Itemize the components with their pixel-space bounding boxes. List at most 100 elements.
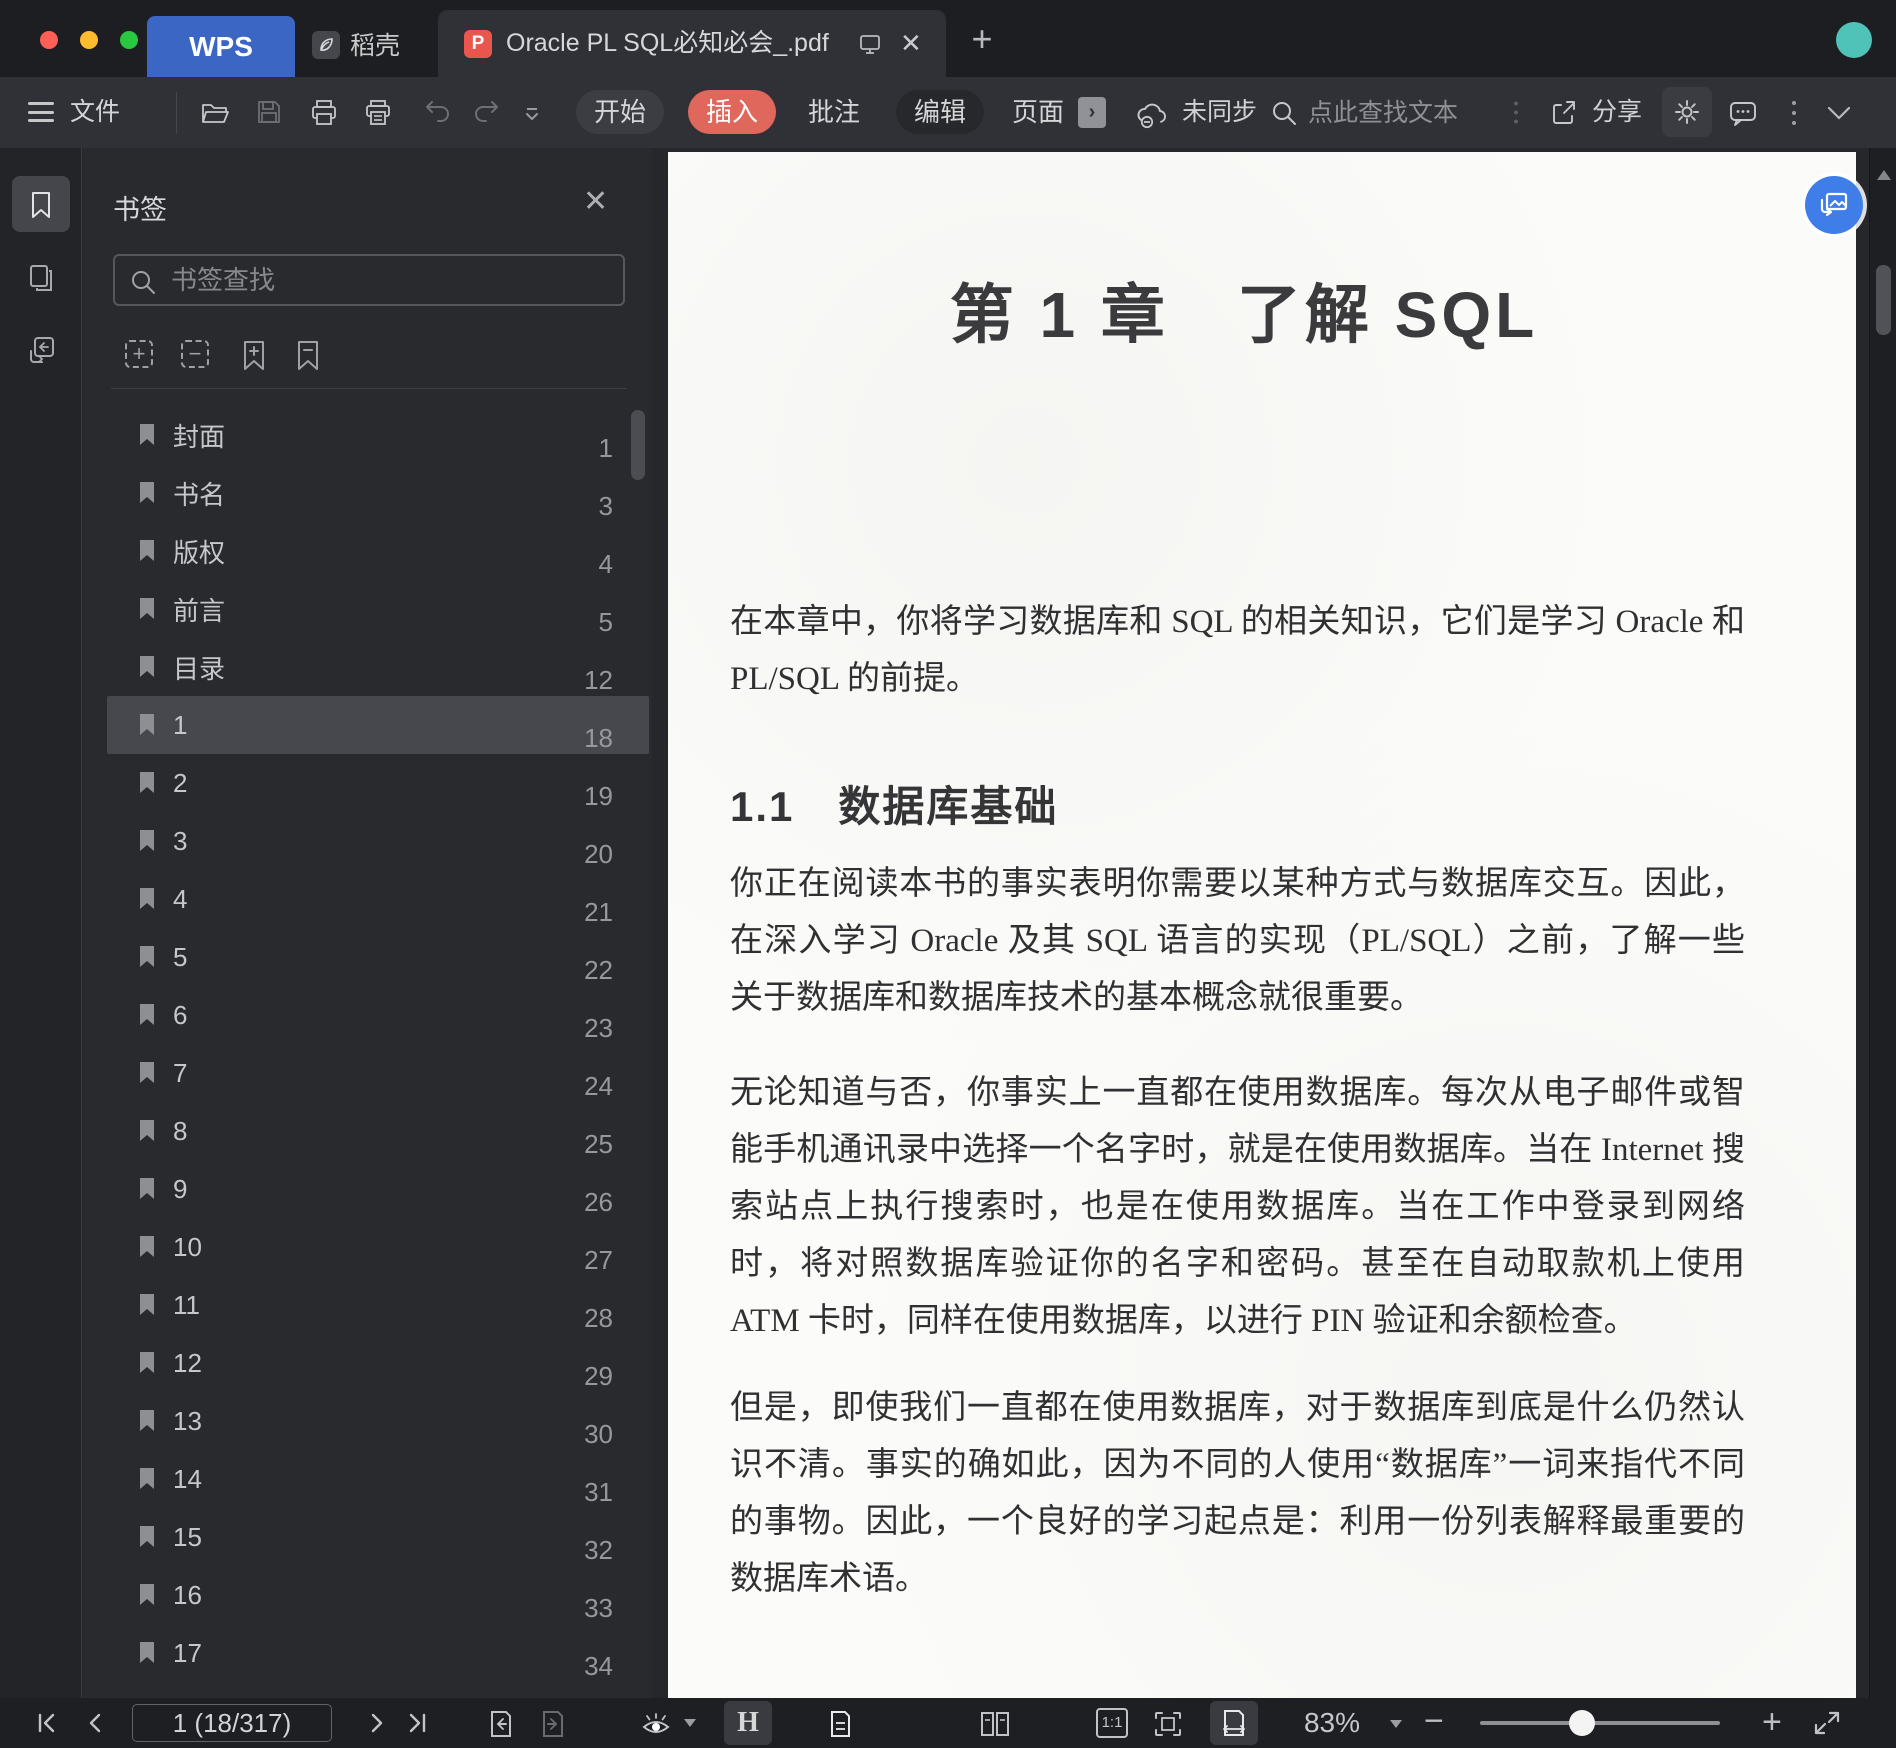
screen-cast-icon[interactable] <box>858 32 882 56</box>
delete-bookmark-icon[interactable] <box>295 340 321 372</box>
export-image-float-button[interactable] <box>1805 176 1863 234</box>
mode-tab-home[interactable]: 开始 <box>576 90 664 134</box>
bookmark-item[interactable]: 12 29 <box>107 1334 649 1392</box>
fullscreen-icon[interactable] <box>1812 1709 1842 1737</box>
bookmark-item[interactable]: 8 25 <box>107 1102 649 1160</box>
comment-icon[interactable] <box>1728 99 1758 127</box>
actual-size-button[interactable]: 1:1 <box>1096 1708 1128 1738</box>
cloud-sync-icon[interactable] <box>1134 99 1170 129</box>
bookmark-item[interactable]: 9 26 <box>107 1160 649 1218</box>
search-icon[interactable] <box>1270 99 1298 127</box>
undo-icon[interactable] <box>424 99 452 125</box>
first-page-button[interactable] <box>34 1709 60 1737</box>
panel-scrollbar-thumb[interactable] <box>631 410 645 480</box>
next-page-button[interactable] <box>366 1709 388 1737</box>
find-text-input[interactable] <box>1308 95 1488 131</box>
mode-tab-insert[interactable]: 插入 <box>688 90 776 134</box>
collapse-toolbar-icon[interactable] <box>1826 105 1852 121</box>
mode-tab-page[interactable]: 页面 <box>1008 90 1068 134</box>
document-scrollbar-thumb[interactable] <box>1876 265 1891 335</box>
bookmark-item[interactable]: 4 21 <box>107 870 649 928</box>
minimize-window-button[interactable] <box>80 31 98 49</box>
bookmark-page-number: 24 <box>584 1070 613 1101</box>
mode-tab-annotate[interactable]: 批注 <box>798 90 870 134</box>
page-indicator[interactable]: 1 (18/317) <box>132 1704 332 1742</box>
document-scrollbar[interactable] <box>1869 148 1896 1698</box>
open-file-icon[interactable] <box>200 99 230 127</box>
zoom-out-button[interactable]: − <box>1424 1698 1444 1744</box>
next-view-button[interactable] <box>540 1709 566 1739</box>
zoom-window-button[interactable] <box>120 31 138 49</box>
bookmark-item[interactable]: 16 33 <box>107 1566 649 1624</box>
thumbnails-panel-icon[interactable] <box>27 263 55 293</box>
close-window-button[interactable] <box>40 31 58 49</box>
collapse-all-icon[interactable]: − <box>181 340 209 368</box>
bookmark-item[interactable]: 6 23 <box>107 986 649 1044</box>
bookmark-item[interactable]: 17 34 <box>107 1624 649 1682</box>
fit-page-button[interactable] <box>1152 1709 1184 1739</box>
two-page-view-icon[interactable] <box>978 1709 1012 1739</box>
zoom-slider-track[interactable] <box>1480 1721 1720 1725</box>
bookmark-item[interactable]: 11 28 <box>107 1276 649 1334</box>
bookmark-item[interactable]: 版权 4 <box>107 522 649 580</box>
bookmark-item[interactable]: 目录 12 <box>107 638 649 696</box>
zoom-level-value[interactable]: 83% <box>1292 1698 1372 1748</box>
last-page-button[interactable] <box>404 1709 430 1737</box>
more-options-icon[interactable] <box>1792 98 1796 126</box>
tab-pdf-document[interactable]: P Oracle PL SQL必知必会_.pdf ✕ <box>438 10 946 77</box>
print-icon[interactable] <box>310 99 338 127</box>
bookmark-item[interactable]: 1 18 <box>107 696 649 754</box>
user-avatar[interactable] <box>1836 22 1872 58</box>
bookmark-item[interactable]: 前言 5 <box>107 580 649 638</box>
zoom-dropdown-caret[interactable] <box>1390 1720 1402 1728</box>
bookmark-item[interactable]: 13 30 <box>107 1392 649 1450</box>
bookmark-item[interactable]: 3 20 <box>107 812 649 870</box>
redo-icon[interactable] <box>472 99 500 125</box>
bookmark-item[interactable]: 10 27 <box>107 1218 649 1276</box>
new-tab-button[interactable]: + <box>962 0 1002 77</box>
sidebar-rail <box>0 148 82 1698</box>
bookmark-item[interactable]: 2 19 <box>107 754 649 812</box>
print-settings-icon[interactable] <box>364 99 392 127</box>
bookmark-label: 3 <box>173 825 188 856</box>
bookmark-item[interactable]: 14 31 <box>107 1450 649 1508</box>
tab-wps-home[interactable]: WPS <box>147 16 295 77</box>
save-icon[interactable] <box>256 99 282 125</box>
bookmark-item[interactable]: 书名 3 <box>107 464 649 522</box>
image-export-icon <box>1820 192 1848 217</box>
expand-all-icon[interactable]: + <box>125 340 153 368</box>
tab-docer[interactable]: 稻壳 <box>300 16 430 77</box>
zoom-slider-thumb[interactable] <box>1569 1710 1595 1736</box>
bookmark-item[interactable]: 15 32 <box>107 1508 649 1566</box>
export-panel-icon[interactable] <box>27 335 57 365</box>
bookmark-item[interactable]: 5 22 <box>107 928 649 986</box>
eye-protection-mode-icon[interactable] <box>636 1709 676 1739</box>
scroll-up-arrow-icon[interactable] <box>1877 170 1891 180</box>
share-label[interactable]: 分享 <box>1592 77 1642 148</box>
share-icon[interactable] <box>1550 99 1578 127</box>
previous-view-button[interactable] <box>488 1709 514 1739</box>
previous-page-button[interactable] <box>84 1709 106 1737</box>
bookmark-page-number: 18 <box>584 722 613 753</box>
bookmarks-panel-icon[interactable] <box>27 190 55 220</box>
close-tab-icon[interactable]: ✕ <box>900 10 922 77</box>
sync-status-label[interactable]: 未同步 <box>1182 77 1257 148</box>
pdf-tab-title: Oracle PL SQL必知必会_.pdf <box>506 29 829 57</box>
bookmark-item[interactable]: 7 24 <box>107 1044 649 1102</box>
single-page-view-icon[interactable] <box>828 1709 852 1739</box>
settings-button[interactable] <box>1662 87 1712 137</box>
toolbar-more-dropdown-icon[interactable] <box>522 105 542 123</box>
file-menu[interactable]: 文件 <box>70 77 120 148</box>
mode-tabs-expand-button[interactable]: › <box>1078 97 1106 128</box>
zoom-in-button[interactable]: + <box>1762 1698 1782 1746</box>
eye-mode-dropdown-caret[interactable] <box>684 1719 696 1727</box>
bookmark-item[interactable]: 封面 1 <box>107 406 649 464</box>
add-bookmark-icon[interactable] <box>241 340 267 372</box>
fit-width-button[interactable] <box>1210 1701 1258 1745</box>
mode-tab-edit[interactable]: 编辑 <box>896 90 984 134</box>
bookmark-search-box[interactable] <box>113 254 625 306</box>
close-panel-icon[interactable]: ✕ <box>583 184 608 219</box>
bookmark-search-input[interactable] <box>171 260 611 300</box>
hand-tool-button[interactable]: H <box>724 1701 772 1745</box>
main-menu-icon[interactable] <box>28 102 54 122</box>
